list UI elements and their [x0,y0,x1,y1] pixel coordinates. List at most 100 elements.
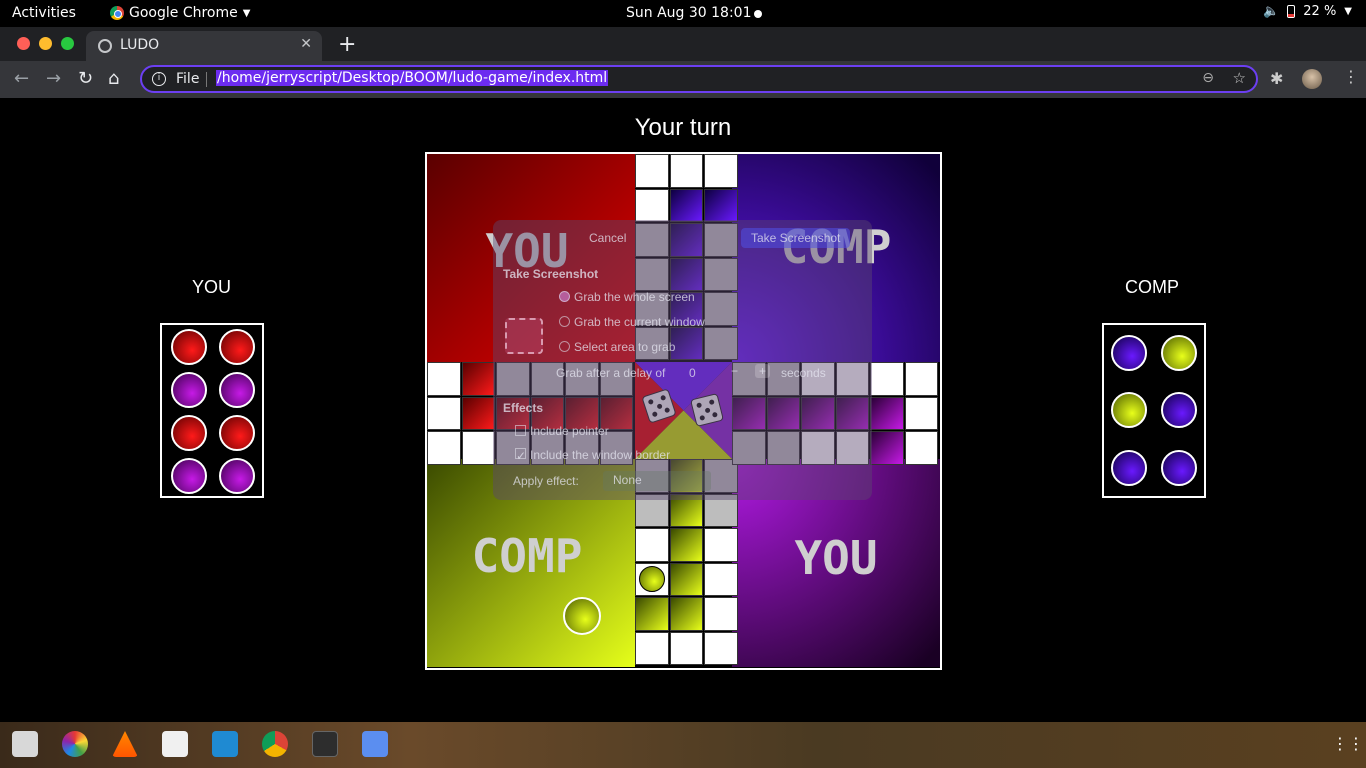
extensions-icon[interactable]: ✱ [1270,69,1283,88]
board-cell[interactable] [635,528,669,562]
board-cell[interactable] [704,631,738,665]
board-cell[interactable] [669,528,703,562]
cancel-button[interactable]: Cancel [589,231,626,245]
terminal-icon[interactable] [312,731,338,757]
board-cell[interactable] [870,396,904,430]
option-select-area[interactable]: Select area to grab [559,340,675,354]
app-menu[interactable]: Google Chrome ▼ [110,5,250,21]
left-player-home [160,323,264,498]
board-cell[interactable] [427,396,461,430]
system-tray[interactable]: 🔈 22 % ▼ [1263,4,1352,19]
volume-icon: 🔈 [1263,4,1280,19]
info-icon[interactable]: i [152,72,166,86]
board-cell[interactable] [461,431,495,465]
board-cell[interactable] [904,362,938,396]
more-menu-icon[interactable]: ⋮ [1343,67,1359,86]
board-cell[interactable] [669,188,703,222]
token-blue[interactable] [1161,392,1197,428]
board-cell[interactable] [704,562,738,596]
text-editor-icon[interactable] [162,731,188,757]
scheme-label: File [176,71,200,87]
board-cell[interactable] [461,362,495,396]
activities-button[interactable]: Activities [12,5,76,21]
token-blue[interactable] [1111,450,1147,486]
board-cell[interactable] [635,154,669,188]
turn-status: Your turn [634,114,732,141]
board-cell[interactable] [669,562,703,596]
show-applications-icon[interactable]: ⋮⋮⋮ [1332,734,1366,754]
back-icon[interactable]: ← [14,68,29,89]
board-cell[interactable] [635,631,669,665]
delay-input[interactable]: 0 [689,366,696,380]
system-top-bar: Activities Google Chrome ▼ Sun Aug 30 18… [0,0,1366,27]
close-window-button[interactable] [17,37,30,50]
minimize-window-button[interactable] [39,37,52,50]
token-purple[interactable] [171,372,207,408]
address-bar[interactable]: i File /home/jerryscript/Desktop/BOOM/lu… [140,65,1258,93]
right-player-home [1102,323,1206,498]
chrome-icon [110,6,124,20]
camera-app-icon[interactable] [62,731,88,757]
url-text[interactable]: /home/jerryscript/Desktop/BOOM/ludo-game… [216,70,609,86]
token-red[interactable] [171,415,207,451]
delay-increment-button[interactable]: + [755,364,771,378]
option-whole-screen[interactable]: Grab the whole screen [559,290,695,304]
board-cell[interactable] [669,154,703,188]
board-cell[interactable] [704,154,738,188]
zoom-icon[interactable]: ⊖ [1202,70,1214,86]
apply-effect-label: Apply effect: [513,474,579,488]
tab-ludo[interactable]: LUDO ✕ [86,31,322,61]
token-red[interactable] [219,415,255,451]
vscode-icon[interactable] [212,731,238,757]
new-tab-button[interactable]: + [338,32,356,57]
board-cell[interactable] [904,431,938,465]
tab-title: LUDO [120,37,160,53]
token-blue[interactable] [1111,335,1147,371]
token-lime[interactable] [1161,335,1197,371]
include-pointer-checkbox[interactable]: Include pointer [515,424,609,438]
option-current-window[interactable]: Grab the current window [559,315,705,329]
selection-icon [505,318,543,354]
board-cell[interactable] [461,396,495,430]
apply-effect-select[interactable]: None [603,471,711,491]
files-icon[interactable] [12,731,38,757]
board-cell[interactable] [870,431,904,465]
take-screenshot-button[interactable]: Take Screenshot [741,228,851,248]
notification-dot [754,10,762,18]
board-cell[interactable] [635,188,669,222]
board-cell[interactable] [704,597,738,631]
profile-avatar[interactable] [1302,69,1322,89]
board-cell[interactable] [704,188,738,222]
close-tab-icon[interactable]: ✕ [300,36,312,52]
include-border-checkbox[interactable]: ✓ Include the window border [515,448,670,463]
token-lime[interactable] [1111,392,1147,428]
delay-label: Grab after a delay of [556,366,666,380]
chrome-icon[interactable] [262,731,288,757]
token-purple[interactable] [219,372,255,408]
maximize-window-button[interactable] [61,37,74,50]
board-cell[interactable] [635,597,669,631]
board-cell[interactable] [870,362,904,396]
board-cell[interactable] [669,631,703,665]
board-cell[interactable] [904,396,938,430]
board-cell[interactable] [427,431,461,465]
board-token-lime[interactable] [563,597,601,635]
board-cell[interactable] [427,362,461,396]
clock[interactable]: Sun Aug 30 18:01 [626,5,751,21]
token-blue[interactable] [1161,450,1197,486]
screenshot-app-icon[interactable] [362,731,388,757]
token-red[interactable] [219,329,255,365]
battery-percent: 22 % [1303,4,1337,19]
home-icon[interactable]: ⌂ [108,68,119,89]
delay-decrement-button[interactable]: − [731,364,738,378]
board-cell[interactable] [669,597,703,631]
token-purple[interactable] [171,458,207,494]
vlc-icon[interactable] [112,731,138,757]
reload-icon[interactable]: ↻ [78,68,93,89]
bookmark-star-icon[interactable]: ☆ [1233,69,1246,87]
board-cell[interactable] [704,528,738,562]
token-purple[interactable] [219,458,255,494]
forward-icon[interactable]: → [46,68,61,89]
board-token-lime[interactable] [639,566,665,592]
token-red[interactable] [171,329,207,365]
